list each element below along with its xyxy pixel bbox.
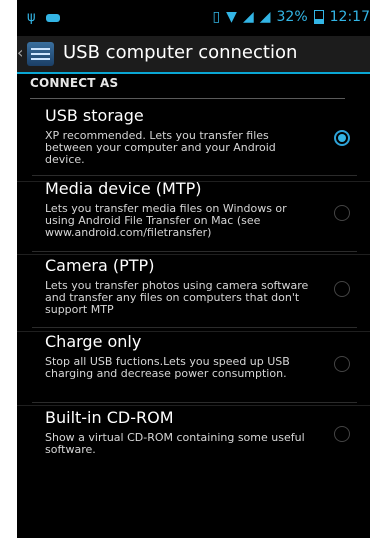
action-bar: ‹ USB computer connection	[17, 36, 370, 72]
back-icon[interactable]: ‹	[17, 43, 23, 62]
radio-button[interactable]	[334, 426, 350, 442]
option-title: Media device (MTP)	[45, 179, 202, 198]
divider	[32, 402, 357, 403]
option-title: Built-in CD-ROM	[45, 408, 174, 427]
option-built-in-cd-rom[interactable]: Built-in CD-ROM Show a virtual CD-ROM co…	[17, 408, 370, 463]
title-divider	[17, 72, 370, 74]
option-description: Stop all USB fuctions.Lets you speed up …	[45, 355, 290, 380]
option-description: XP recommended. Lets you transfer files …	[45, 129, 276, 166]
page-title: USB computer connection	[63, 42, 298, 63]
option-charge-only[interactable]: Charge only Stop all USB fuctions.Lets y…	[17, 332, 370, 406]
vibrate-icon: ▯	[212, 9, 221, 25]
option-media-device[interactable]: Media device (MTP) Lets you transfer med…	[17, 179, 370, 255]
option-description: Lets you transfer photos using camera so…	[45, 279, 309, 316]
clock: 12:17	[329, 9, 370, 25]
option-title: USB storage	[45, 106, 144, 125]
battery-icon	[313, 10, 324, 24]
status-bar: ψ ▯ ▼ ◢ ◢ 32% 12:17	[17, 0, 370, 36]
phone-screen: ψ ▯ ▼ ◢ ◢ 32% 12:17 ‹ USB computer conne…	[17, 0, 370, 538]
signal-icon: ◢	[242, 9, 254, 25]
option-title: Camera (PTP)	[45, 256, 155, 275]
settings-app-icon[interactable]	[27, 42, 54, 66]
divider	[32, 327, 357, 328]
radio-button[interactable]	[334, 281, 350, 297]
usb-icon: ψ	[27, 10, 36, 25]
signal-icon: ◢	[259, 9, 271, 25]
radio-button[interactable]	[334, 356, 350, 372]
option-usb-storage[interactable]: USB storage XP recommended. Lets you tra…	[17, 106, 370, 182]
option-camera[interactable]: Camera (PTP) Lets you transfer photos us…	[17, 256, 370, 332]
section-header: CONNECT AS	[30, 76, 345, 99]
radio-button-selected[interactable]	[334, 130, 350, 146]
option-title: Charge only	[45, 332, 142, 351]
battery-percentage: 32%	[276, 9, 308, 25]
option-description: Show a virtual CD-ROM containing some us…	[45, 431, 305, 456]
divider	[32, 251, 357, 252]
wifi-icon: ▼	[226, 9, 237, 25]
divider	[32, 175, 357, 176]
radio-button[interactable]	[334, 205, 350, 221]
option-description: Lets you transfer media files on Windows…	[45, 202, 287, 239]
notification-icon	[45, 13, 60, 22]
